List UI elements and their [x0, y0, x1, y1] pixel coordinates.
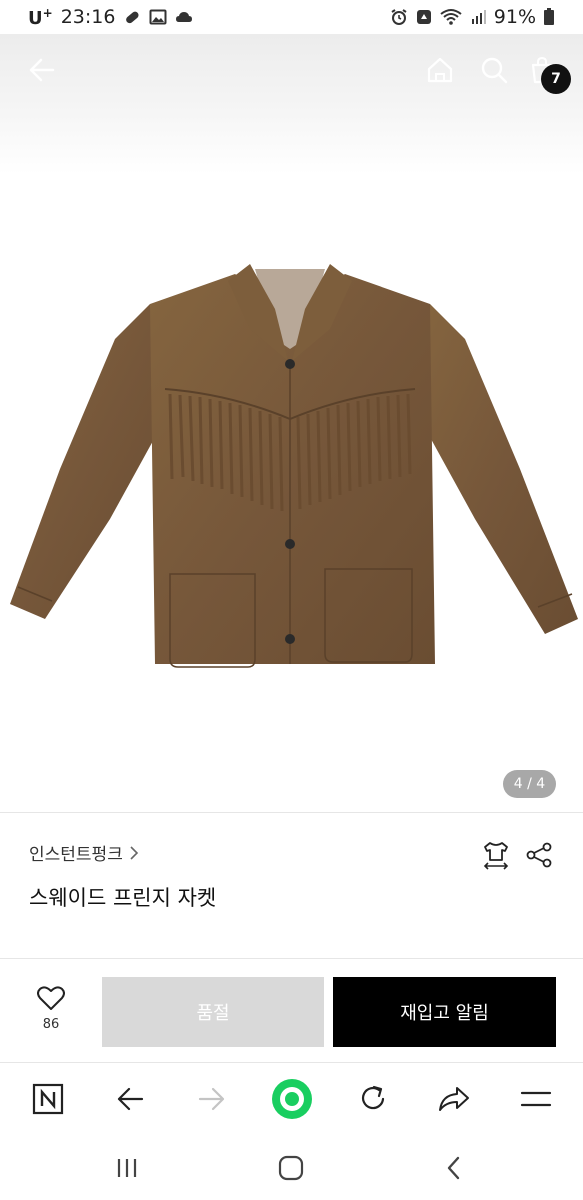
back-button[interactable]	[22, 50, 62, 90]
cart-count-badge: 7	[541, 64, 571, 94]
alarm-icon	[390, 8, 408, 26]
search-button[interactable]	[474, 50, 514, 90]
share-icon	[526, 842, 552, 868]
heart-icon	[37, 986, 65, 1010]
top-nav: 7	[0, 34, 583, 106]
cloud-icon	[175, 8, 193, 26]
reload-button[interactable]	[351, 1077, 395, 1121]
product-image-area[interactable]: 7 4 / 4	[0, 34, 583, 812]
soldout-button[interactable]: 품절	[102, 977, 324, 1047]
status-right: 91%	[390, 6, 555, 28]
recent-apps-icon	[117, 1159, 137, 1177]
signal-icon	[469, 8, 487, 26]
browser-toolbar	[0, 1062, 583, 1134]
pill-icon	[123, 8, 141, 26]
status-time: 23:16	[60, 6, 116, 28]
home-icon	[427, 57, 453, 83]
chevron-right-icon	[130, 845, 138, 860]
recycle-icon	[415, 8, 433, 26]
brand-link[interactable]: 인스턴트펑크	[29, 840, 139, 865]
green-dot-icon	[272, 1079, 312, 1119]
chevron-left-icon	[447, 1156, 460, 1180]
recent-apps-button[interactable]	[107, 1148, 147, 1188]
home-square-icon	[278, 1155, 304, 1181]
menu-icon	[520, 1091, 552, 1107]
battery-icon	[543, 8, 555, 26]
product-photo	[10, 264, 578, 668]
divider	[0, 958, 583, 959]
reload-icon	[362, 1085, 385, 1110]
image-page-indicator: 4 / 4	[503, 770, 556, 798]
divider	[0, 812, 583, 813]
brand-name: 인스턴트펑크	[29, 845, 123, 865]
browser-menu-button[interactable]	[514, 1077, 558, 1121]
restock-alert-button[interactable]: 재입고 알림	[333, 977, 556, 1047]
arrow-right-icon	[198, 1087, 225, 1111]
back-arrow-icon	[29, 58, 55, 82]
like-count: 86	[42, 1017, 60, 1032]
size-guide-icon	[483, 842, 509, 870]
arrow-left-icon	[117, 1087, 144, 1111]
android-nav-bar	[0, 1134, 583, 1200]
share-page-button[interactable]	[432, 1077, 476, 1121]
gallery-icon	[149, 8, 167, 26]
battery-percent: 91%	[493, 6, 536, 28]
like-button[interactable]: 86	[26, 985, 76, 1045]
carrier-label: U+	[28, 5, 53, 29]
naver-home-button[interactable]	[26, 1077, 70, 1121]
browser-home-button[interactable]	[270, 1077, 314, 1121]
status-bar: U+ 23:16 91%	[0, 0, 583, 34]
system-back-button[interactable]	[434, 1148, 474, 1188]
search-icon	[481, 57, 508, 84]
system-home-button[interactable]	[271, 1148, 311, 1188]
status-left: U+ 23:16	[28, 6, 193, 29]
wifi-icon	[440, 8, 462, 26]
browser-back-button[interactable]	[108, 1077, 152, 1121]
home-button[interactable]	[420, 50, 460, 90]
share-arrow-icon	[439, 1087, 469, 1111]
size-guide-button[interactable]	[480, 838, 512, 872]
browser-forward-button[interactable]	[190, 1077, 234, 1121]
share-button[interactable]	[523, 838, 555, 872]
naver-icon	[32, 1083, 64, 1115]
product-title: 스웨이드 프린지 자켓	[29, 886, 217, 910]
